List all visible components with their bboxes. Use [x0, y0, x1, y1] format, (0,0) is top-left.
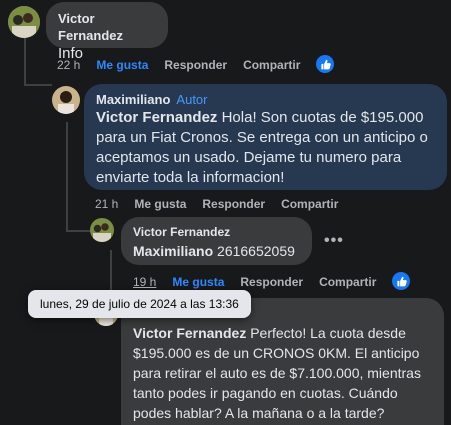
reply-button[interactable]: Responder — [164, 58, 227, 72]
comment-bubble: Victor Fernandez Maximiliano 2616652059 — [121, 217, 312, 265]
comment-text: 2616652059 — [213, 243, 295, 259]
avatar[interactable] — [52, 86, 80, 114]
thread-line — [66, 230, 90, 232]
author-badge: Autor — [176, 92, 208, 107]
like-button[interactable]: Me gusta — [134, 197, 186, 211]
mention[interactable]: Maximiliano — [133, 243, 213, 259]
comment-text-row: Victor Fernandez Perfecto! La cuota desd… — [133, 323, 432, 423]
mention[interactable]: Victor Fernandez — [133, 325, 246, 341]
mention[interactable]: Victor Fernandez — [96, 109, 217, 126]
share-button[interactable]: Compartir — [243, 58, 300, 72]
reply-button[interactable]: Responder — [240, 275, 303, 289]
thread-line — [66, 122, 68, 232]
comment-actions: 19 h Me gusta Responder Compartir — [133, 275, 392, 289]
comment-author[interactable]: Victor Fernandez — [58, 10, 156, 44]
comment-time[interactable]: 22 h — [57, 58, 80, 72]
share-button[interactable]: Compartir — [319, 275, 376, 289]
comment-text-row: Victor Fernandez Hola! Son cuotas de $19… — [96, 108, 435, 188]
comment-author[interactable]: Victor Fernandez — [133, 224, 300, 241]
comment-text-row: Maximiliano 2616652059 — [133, 241, 300, 261]
thumbs-up-icon[interactable] — [316, 55, 334, 73]
thread-line — [24, 84, 52, 86]
comment-time[interactable]: 21 h — [95, 197, 118, 211]
comment-time[interactable]: 19 h — [133, 275, 156, 289]
comment-author-row: Maximiliano Autor — [96, 91, 435, 108]
more-options-icon[interactable]: ••• — [324, 232, 344, 250]
comment-actions: 22 h Me gusta Responder Compartir — [57, 58, 316, 72]
reply-button[interactable]: Responder — [202, 197, 265, 211]
comment-author[interactable]: Maximiliano — [96, 92, 170, 107]
like-button[interactable]: Me gusta — [172, 275, 224, 289]
timestamp-tooltip: lunes, 29 de julio de 2024 a las 13:36 — [28, 290, 251, 318]
thread-line — [24, 38, 26, 86]
thumbs-up-icon[interactable] — [392, 272, 410, 290]
share-button[interactable]: Compartir — [281, 197, 338, 211]
avatar[interactable] — [8, 6, 40, 38]
comment-actions: 21 h Me gusta Responder Compartir — [95, 197, 354, 211]
comment-bubble: Maximiliano Autor Victor Fernandez Hola! … — [84, 84, 447, 190]
comment-bubble: Victor Fernandez Info — [46, 2, 168, 62]
like-button[interactable]: Me gusta — [96, 58, 148, 72]
avatar[interactable] — [90, 218, 114, 242]
